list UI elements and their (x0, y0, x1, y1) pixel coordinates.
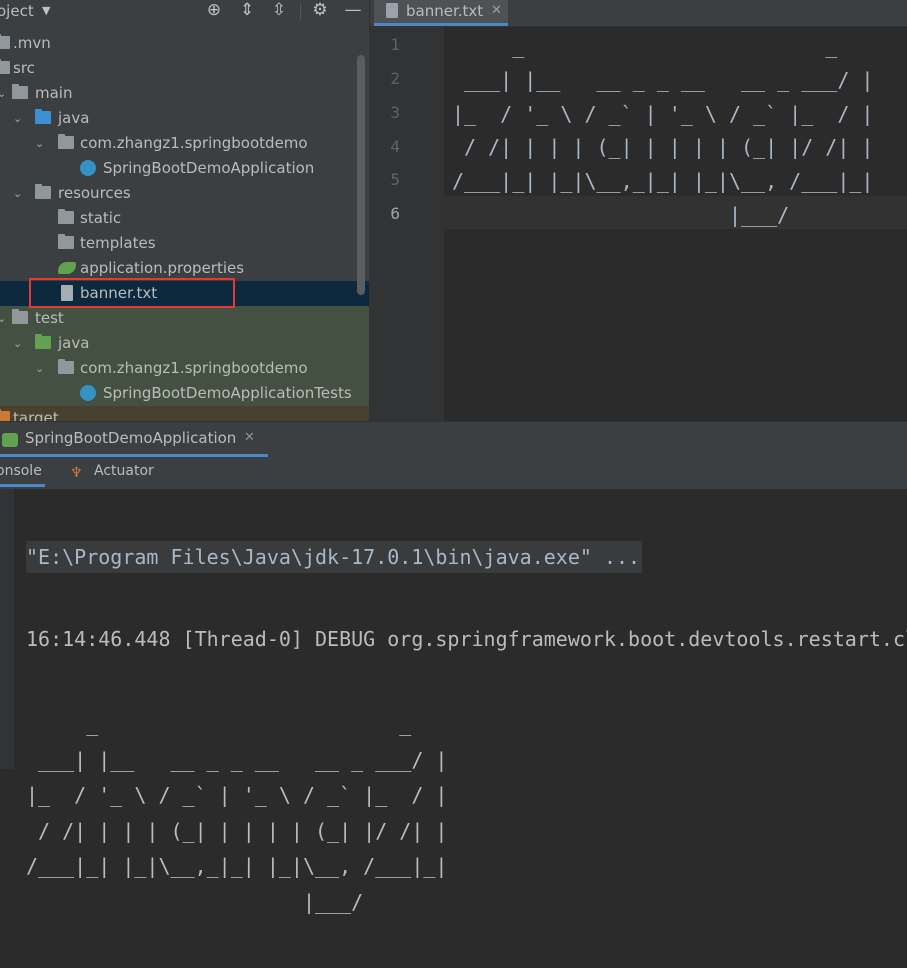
tree-item-src[interactable]: src (0, 56, 369, 81)
tab-label: banner.txt (406, 2, 484, 20)
folder-icon (58, 209, 74, 224)
tree-item-label: target (13, 409, 59, 421)
editor-tabbar: banner.txt ✕ (370, 0, 907, 27)
project-scrollbar[interactable] (357, 55, 365, 295)
tab-actuator[interactable]: Actuator (94, 463, 154, 479)
tree-item-label: resources (58, 184, 131, 202)
chevron-down-icon[interactable]: ⌄ (13, 181, 22, 206)
text-file-icon (386, 3, 398, 18)
tree-item-label: main (35, 84, 73, 102)
close-icon[interactable]: ✕ (491, 0, 502, 21)
tree-item-test[interactable]: ⌄ test (0, 306, 369, 331)
excluded-folder-icon (0, 409, 10, 421)
project-title[interactable]: oject (0, 0, 34, 22)
tree-item-label: .mvn (13, 34, 51, 52)
locate-icon[interactable]: ⊕ (203, 0, 225, 22)
close-icon[interactable]: ✕ (244, 430, 255, 445)
project-header: oject ▼ ⊕ ⇕ ⇳ ⚙ — (0, 0, 369, 25)
tree-item-label: templates (80, 234, 156, 252)
resources-folder-icon (35, 184, 51, 199)
tree-item-test-java[interactable]: ⌄ java (0, 331, 369, 356)
editor-panel: banner.txt ✕ 1 2 3 4 5 6 _ _ ___| |__ __… (369, 0, 907, 421)
tree-item-tests-class[interactable]: SpringBootDemoApplicationTests (0, 381, 369, 406)
test-folder-icon (35, 334, 51, 349)
header-divider (300, 3, 301, 20)
tree-item-resources[interactable]: ⌄ resources (0, 181, 369, 206)
line-number: 1 (390, 35, 400, 54)
tree-item-label: static (80, 209, 122, 227)
tree-item-templates[interactable]: templates (0, 231, 369, 256)
minimize-icon[interactable]: — (342, 0, 364, 22)
tree-item-label: SpringBootDemoApplication (103, 159, 315, 177)
chevron-down-icon[interactable]: ⌄ (13, 106, 22, 131)
project-panel: oject ▼ ⊕ ⇕ ⇳ ⚙ — .mvn src ⌄ main ⌄ java… (0, 0, 369, 421)
tree-item-main[interactable]: ⌄ main (0, 81, 369, 106)
console-gutter (0, 489, 14, 769)
chevron-down-icon[interactable]: ⌄ (0, 81, 6, 106)
chevron-down-icon[interactable]: ⌄ (0, 306, 6, 331)
spring-boot-icon (2, 433, 18, 447)
chevron-down-icon[interactable]: ⌄ (35, 356, 44, 381)
tree-item-static[interactable]: static (0, 206, 369, 231)
folder-icon (12, 309, 28, 324)
console-output[interactable]: "E:\Program Files\Java\jdk-17.0.1\bin\ja… (26, 493, 907, 968)
tree-item-package[interactable]: ⌄ com.zhangz1.springbootdemo (0, 131, 369, 156)
folder-icon (0, 34, 10, 49)
tree-item-label: java (58, 109, 90, 127)
line-number: 5 (390, 170, 400, 189)
tree-item-test-package[interactable]: ⌄ com.zhangz1.springbootdemo (0, 356, 369, 381)
chevron-down-icon[interactable]: ⌄ (13, 331, 22, 356)
console-command-line[interactable]: "E:\Program Files\Java\jdk-17.0.1\bin\ja… (26, 541, 643, 573)
line-number: 3 (390, 103, 400, 122)
tree-item-label: src (13, 59, 35, 77)
current-line-number: 6 (390, 204, 400, 223)
spring-class-icon (80, 160, 96, 176)
gear-icon[interactable]: ⚙ (309, 0, 331, 22)
tree-item-mvn[interactable]: .mvn (0, 31, 369, 56)
tree-item-label: java (58, 334, 90, 352)
folder-icon (0, 59, 10, 74)
expand-all-icon[interactable]: ⇕ (236, 0, 258, 22)
package-icon (58, 359, 74, 374)
active-tab-indicator (0, 484, 45, 487)
actuator-icon: ♆ (70, 465, 83, 481)
line-number-gutter: 1 2 3 4 5 6 (370, 27, 444, 421)
package-icon (58, 134, 74, 149)
tree-item-label: test (35, 309, 64, 327)
test-class-icon (80, 385, 96, 401)
run-tab-label: SpringBootDemoApplication (25, 429, 237, 447)
chevron-down-icon[interactable]: ⌄ (35, 131, 44, 156)
tree-item-target[interactable]: target (0, 406, 369, 421)
highlight-box (29, 278, 235, 308)
line-number: 4 (390, 137, 400, 156)
tree-item-main-java[interactable]: ⌄ java (0, 106, 369, 131)
folder-icon (58, 234, 74, 249)
folder-icon (12, 84, 28, 99)
tree-item-application-class[interactable]: SpringBootDemoApplication (0, 156, 369, 181)
console-banner: _ _ ___| |__ __ _ _ __ __ _ ___/ | |_ / … (26, 712, 448, 914)
collapse-all-icon[interactable]: ⇳ (268, 0, 290, 22)
tab-run-configuration[interactable]: SpringBootDemoApplication ✕ (0, 427, 268, 457)
tree-item-label: com.zhangz1.springbootdemo (80, 134, 308, 152)
chevron-down-icon[interactable]: ▼ (42, 0, 50, 22)
tab-console[interactable]: onsole (0, 463, 42, 479)
console-subtabs: onsole ♆ Actuator (0, 457, 907, 490)
spring-properties-icon (58, 262, 76, 274)
console-debug-line: 16:14:46.448 [Thread-0] DEBUG org.spring… (26, 627, 907, 651)
tree-item-label: com.zhangz1.springbootdemo (80, 359, 308, 377)
run-panel: SpringBootDemoApplication ✕ onsole ♆ Act… (0, 421, 907, 914)
line-number: 2 (390, 69, 400, 88)
run-tabbar: SpringBootDemoApplication ✕ (0, 421, 907, 458)
source-folder-icon (35, 109, 51, 124)
tree-item-label: SpringBootDemoApplicationTests (103, 384, 352, 402)
editor-text-area[interactable]: _ _ ___| |__ __ _ _ __ __ _ ___/ | |_ / … (452, 30, 873, 233)
tab-banner-txt[interactable]: banner.txt ✕ (374, 0, 508, 26)
